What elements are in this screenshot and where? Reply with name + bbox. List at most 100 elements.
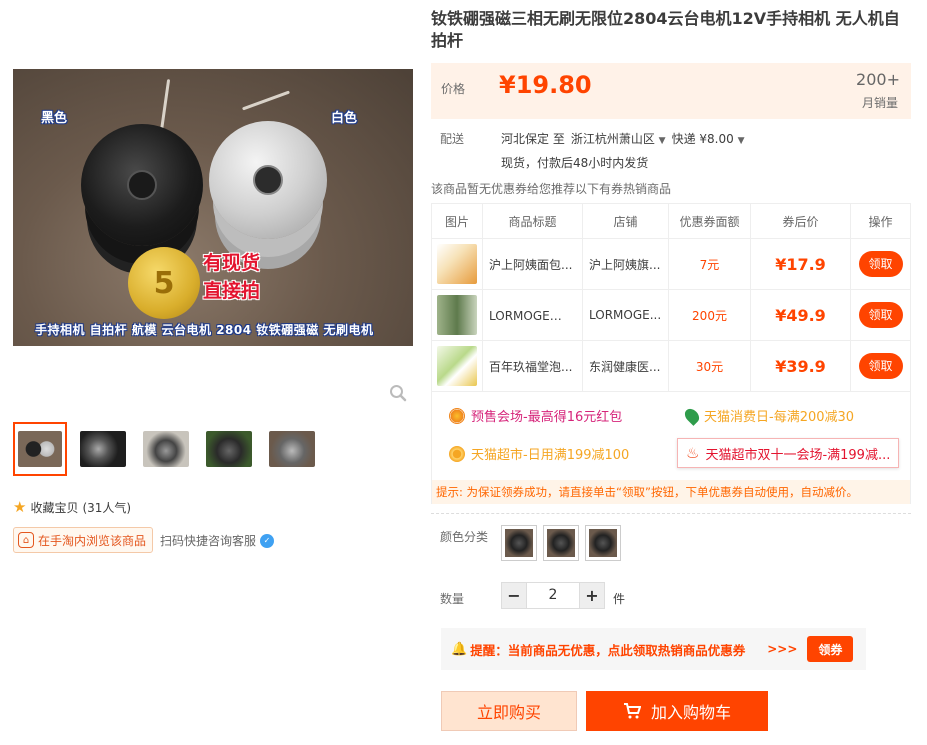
add-to-cart-label: 加入购物车 bbox=[650, 703, 731, 722]
price-label: 价格 bbox=[441, 82, 466, 96]
get-coupon-button[interactable]: 领取 bbox=[858, 302, 903, 328]
col-header: 操作 bbox=[850, 203, 911, 239]
motor-wire bbox=[241, 90, 291, 111]
col-header: 图片 bbox=[431, 203, 483, 239]
monthly-sales-label: 月销量 bbox=[861, 96, 898, 110]
chevron-down-icon: ▼ bbox=[737, 136, 745, 146]
shipping-method[interactable]: 快递 ¥8.00 ▼ bbox=[672, 130, 745, 147]
color-options bbox=[501, 525, 621, 561]
coupon-amount: 30元 bbox=[668, 340, 751, 392]
coupon-product-title[interactable]: 百年玖福堂泡... bbox=[489, 358, 573, 375]
shipping-destination[interactable]: 浙江杭州萧山区 ▼ bbox=[571, 130, 666, 147]
promo-link[interactable]: 天猫超市-日用满199减100 bbox=[449, 444, 629, 463]
coupon-product-title[interactable]: 沪上阿姨面包... bbox=[489, 256, 573, 273]
color-swatch[interactable] bbox=[543, 525, 579, 561]
main-product-image[interactable]: 5 黑色 白色 有现货 直接拍 手持相机 自拍杆 航模 云台电机 2804 钕铁… bbox=[13, 69, 413, 346]
col-header: 商品标题 bbox=[482, 203, 583, 239]
qr-text: 扫码快捷咨询客服 bbox=[160, 534, 257, 548]
coin: 5 bbox=[128, 247, 200, 319]
promo-line-2: 直接拍 bbox=[203, 280, 261, 302]
coupon-tip: 提示: 为保证领券成功，请直接单击“领取”按钮，下单优惠券自动使用，自动减价。 bbox=[432, 480, 910, 504]
favorite-count: (31人气) bbox=[82, 500, 132, 515]
promo-text: 天猫消费日-每满200减30 bbox=[704, 410, 855, 425]
reminder-text: 提醒：当前商品无优惠，点此领取热销商品优惠券 bbox=[470, 642, 746, 658]
monthly-sales-count: 200+ bbox=[856, 70, 900, 89]
reminder-bar[interactable]: 🔔 提醒：当前商品无优惠，点此领取热销商品优惠券 >>> 领券 bbox=[441, 628, 866, 670]
table-row: LORMOGE修... LORMOGE... 200元 ¥49.9 领取 bbox=[431, 289, 911, 341]
promo-text: 天猫超市双十一会场-满199减... bbox=[705, 447, 891, 463]
coupon-product-title[interactable]: LORMOGE修... bbox=[489, 307, 573, 324]
col-header: 券后价 bbox=[750, 203, 851, 239]
quantity-label: 数量 bbox=[440, 592, 465, 606]
promo-text: 天猫超市-日用满199减100 bbox=[471, 448, 630, 463]
mobile-label: 在手淘内浏览该商品 bbox=[38, 533, 147, 548]
divider bbox=[431, 513, 911, 514]
price-box: 价格 ¥19.80 200+ 月销量 bbox=[431, 63, 911, 119]
product-title: 钕铁硼强磁三相无刷无限位2804云台电机12V手持相机 无人机自拍杆 bbox=[431, 9, 900, 50]
bell-icon: 🔔 bbox=[451, 641, 468, 657]
arrows: >>> bbox=[767, 642, 798, 656]
thumbnail[interactable] bbox=[265, 422, 319, 476]
coupon-after-price: ¥49.9 bbox=[750, 289, 851, 341]
shipping-note: 现货，付款后48小时内发货 bbox=[501, 156, 649, 170]
add-to-cart-button[interactable]: 加入购物车 bbox=[586, 691, 768, 731]
thumbnail[interactable] bbox=[13, 422, 67, 476]
black-motor bbox=[81, 124, 203, 246]
coupon-after-price: ¥39.9 bbox=[750, 340, 851, 392]
cart-icon bbox=[623, 703, 641, 719]
no-coupon-notice: 该商品暂无优惠券给您推荐以下有券热销商品 bbox=[431, 182, 672, 196]
thumbnail[interactable] bbox=[76, 422, 130, 476]
promo-link[interactable]: 预售会场-最高得16元红包 bbox=[449, 406, 622, 425]
view-in-mobile-button[interactable]: ⌂ 在手淘内浏览该商品 bbox=[13, 527, 154, 553]
promo-link[interactable]: ♨ 天猫超市双十一会场-满199减... bbox=[677, 438, 900, 468]
color-swatch[interactable] bbox=[585, 525, 621, 561]
table-row: 百年玖福堂泡... 东润健康医... 30元 ¥39.9 领取 bbox=[431, 340, 911, 392]
quantity-input[interactable]: 2 bbox=[527, 582, 579, 609]
label-black: 黑色 bbox=[41, 111, 68, 126]
favorite-link[interactable]: ★ 收藏宝贝 (31人气) bbox=[13, 498, 131, 516]
product-thumbnail[interactable] bbox=[437, 346, 477, 386]
buy-now-button[interactable]: 立即购买 bbox=[441, 691, 577, 731]
color-label: 颜色分类 bbox=[440, 530, 489, 544]
fire-icon: ♨ bbox=[686, 444, 700, 462]
shipping-label: 配送 bbox=[440, 132, 465, 146]
quantity-unit: 件 bbox=[613, 592, 626, 606]
promo-box: 预售会场-最高得16元红包 天猫消费日-每满200减30 天猫超市-日用满199… bbox=[431, 392, 911, 504]
qr-consult-link[interactable]: 扫码快捷咨询客服 ✓ bbox=[160, 532, 275, 549]
table-row: 沪上阿姨面包... 沪上阿姨旗... 7元 ¥17.9 领取 bbox=[431, 238, 911, 290]
get-coupon-button[interactable]: 领取 bbox=[858, 353, 903, 379]
favorite-label: 收藏宝贝 bbox=[30, 500, 79, 515]
quantity-stepper: − 2 + bbox=[501, 582, 605, 609]
coupon-shop[interactable]: 东润健康医... bbox=[589, 358, 662, 375]
claim-coupon-button[interactable]: 领券 bbox=[807, 636, 854, 662]
increase-button[interactable]: + bbox=[579, 582, 605, 609]
product-thumbnail[interactable] bbox=[437, 295, 477, 335]
image-caption: 手持相机 自拍杆 航模 云台电机 2804 钕铁硼强磁 无刷电机 bbox=[35, 323, 374, 337]
coupon-amount: 200元 bbox=[668, 289, 751, 341]
silver-motor bbox=[209, 121, 327, 239]
coupon-shop[interactable]: 沪上阿姨旗... bbox=[589, 256, 662, 273]
thumbnail[interactable] bbox=[139, 422, 193, 476]
decrease-button[interactable]: − bbox=[501, 582, 527, 609]
magnifier-icon[interactable] bbox=[389, 384, 407, 402]
coupon-table: 图片 商品标题 店铺 优惠券面额 券后价 操作 沪上阿姨面包... 沪上阿姨旗.… bbox=[431, 203, 911, 392]
chat-badge-icon: ✓ bbox=[260, 533, 275, 548]
shipping-from: 河北保定 至 bbox=[501, 132, 565, 146]
chevron-down-icon: ▼ bbox=[658, 136, 666, 146]
get-coupon-button[interactable]: 领取 bbox=[858, 251, 903, 277]
color-swatch[interactable] bbox=[501, 525, 537, 561]
col-header: 店铺 bbox=[582, 203, 669, 239]
product-thumbnail[interactable] bbox=[437, 244, 477, 284]
promo-text: 预售会场-最高得16元红包 bbox=[471, 410, 623, 425]
promo-link[interactable]: 天猫消费日-每满200减30 bbox=[682, 405, 855, 426]
shipping-line: 河北保定 至 浙江杭州萧山区 ▼ 快递 ¥8.00 ▼ bbox=[501, 130, 745, 147]
promo-line-1: 有现货 bbox=[203, 252, 261, 274]
coupon-after-price: ¥17.9 bbox=[750, 238, 851, 290]
price-value: ¥19.80 bbox=[499, 71, 592, 99]
star-icon: ★ bbox=[13, 498, 27, 516]
thumbnail[interactable] bbox=[202, 422, 256, 476]
flower-icon bbox=[449, 445, 465, 462]
col-header: 优惠券面额 bbox=[668, 203, 751, 239]
coupon-shop[interactable]: LORMOGE... bbox=[589, 308, 662, 322]
sun-icon bbox=[449, 407, 465, 424]
